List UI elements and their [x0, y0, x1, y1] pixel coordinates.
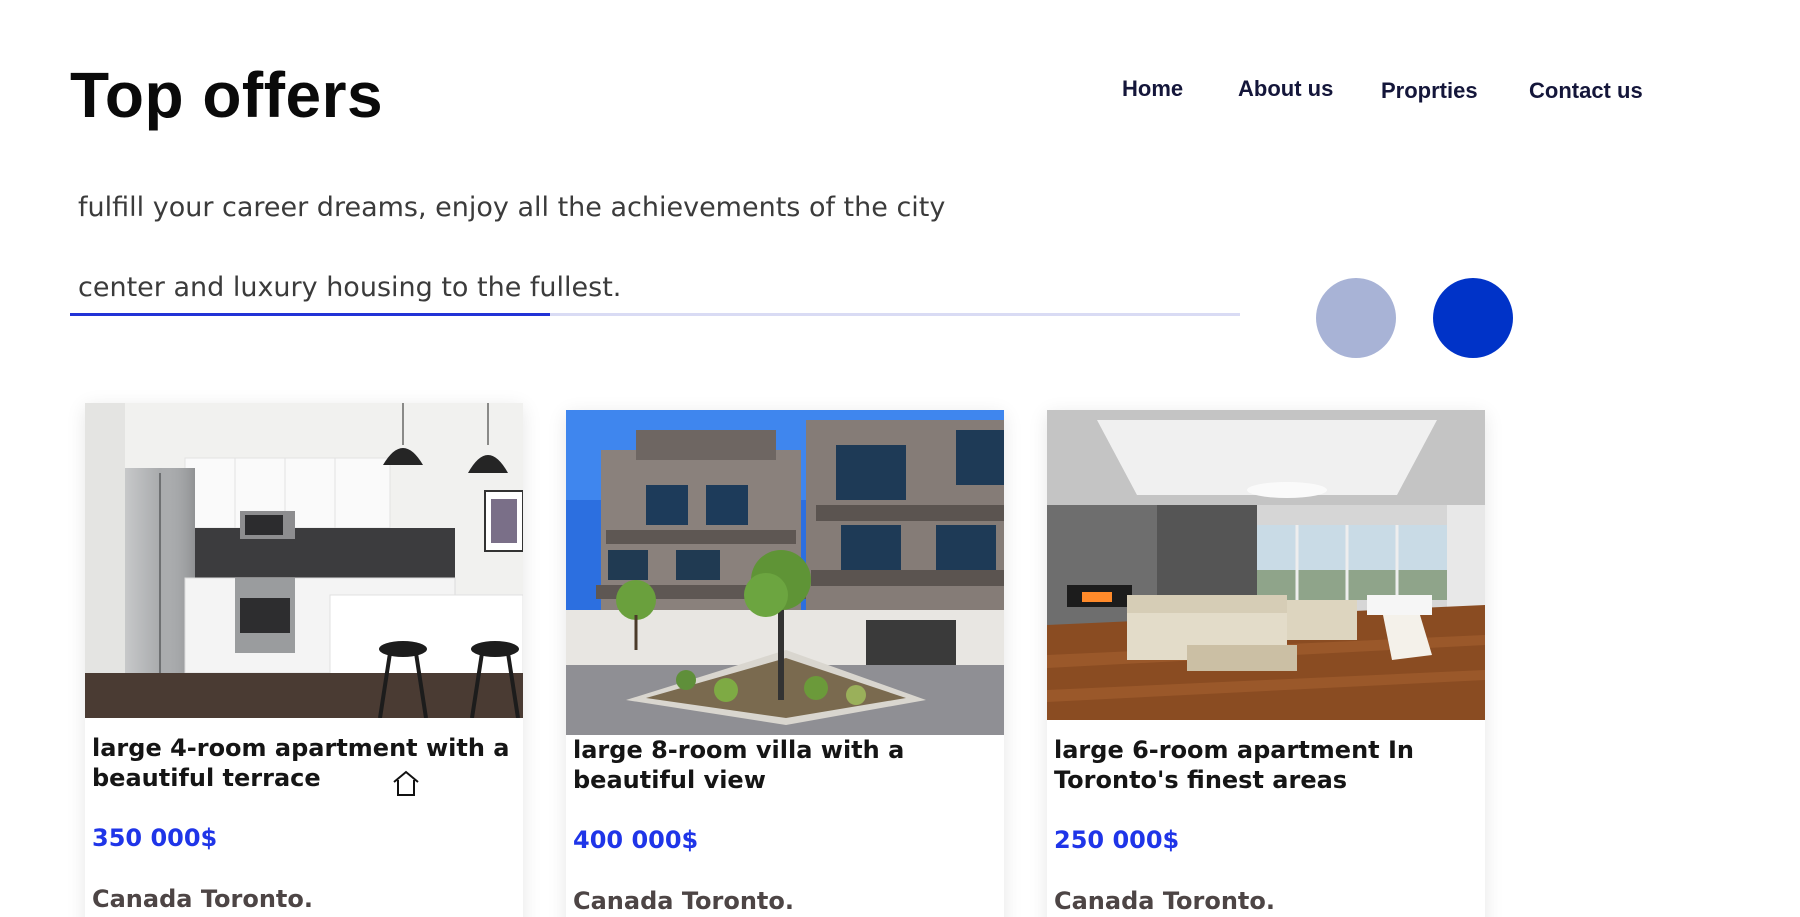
villa-exterior-photo — [566, 410, 1004, 735]
property-name: large 8-room villa with a beautiful view — [573, 736, 905, 794]
nav-about-link[interactable]: About us — [1238, 76, 1333, 102]
property-location: Canada Toronto. — [92, 885, 313, 913]
nav-home-link[interactable]: Home — [1122, 76, 1183, 102]
intro-text: fulfill your career dreams, enjoy all th… — [78, 168, 946, 328]
intro-line-2: center and luxury housing to the fullest… — [78, 272, 622, 303]
slider-progress-fill — [70, 313, 550, 316]
living-room-photo — [1047, 410, 1485, 720]
property-price: 350 000$ — [92, 824, 218, 852]
property-price: 400 000$ — [573, 826, 699, 854]
property-card[interactable]: large 8-room villa with a beautiful view… — [566, 410, 1004, 917]
property-location: Canada Toronto. — [1054, 887, 1275, 915]
house-icon — [393, 770, 419, 796]
kitchen-photo — [85, 403, 523, 718]
property-price: 250 000$ — [1054, 826, 1180, 854]
slider-prev-button[interactable] — [1316, 278, 1396, 358]
page: Top offers Home About us Proprties Conta… — [0, 0, 1800, 917]
slider-progress-track — [70, 313, 1240, 316]
property-name: large 6-room apartment In Toronto's fine… — [1054, 736, 1414, 794]
property-card[interactable]: large 4-room apartment with a beautiful … — [85, 403, 523, 917]
slider-next-button[interactable] — [1433, 278, 1513, 358]
property-name: large 4-room apartment with a beautiful … — [92, 734, 510, 792]
property-card[interactable]: large 6-room apartment In Toronto's fine… — [1047, 410, 1485, 917]
intro-line-1: fulfill your career dreams, enjoy all th… — [78, 192, 946, 223]
main-nav: Home About us Proprties Contact us — [0, 74, 1800, 114]
nav-contact-link[interactable]: Contact us — [1529, 78, 1643, 104]
nav-properties-link[interactable]: Proprties — [1381, 78, 1478, 104]
property-location: Canada Toronto. — [573, 887, 794, 915]
